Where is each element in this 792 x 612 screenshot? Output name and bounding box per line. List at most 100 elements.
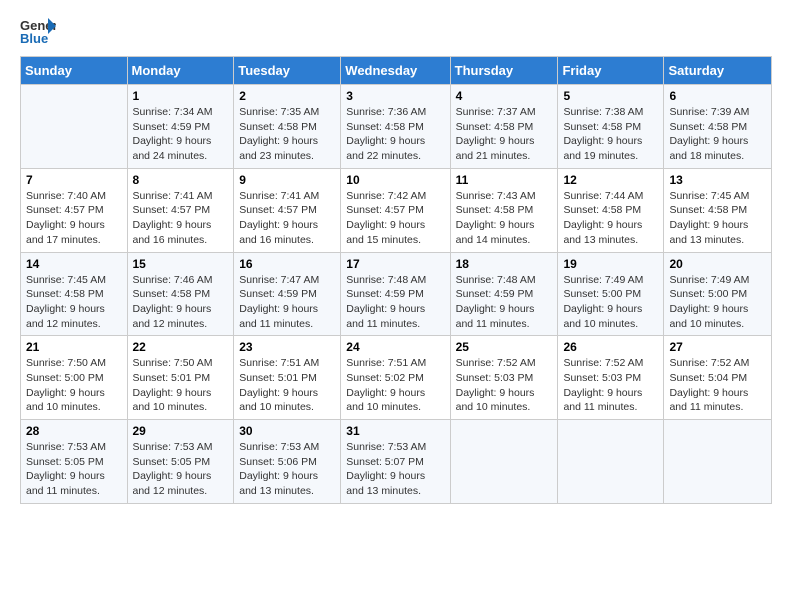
day-info: Sunrise: 7:41 AMSunset: 4:57 PMDaylight:… xyxy=(133,189,229,248)
day-info: Sunrise: 7:53 AMSunset: 5:05 PMDaylight:… xyxy=(133,440,229,499)
day-number: 11 xyxy=(456,173,553,187)
day-info: Sunrise: 7:34 AMSunset: 4:59 PMDaylight:… xyxy=(133,105,229,164)
day-number: 23 xyxy=(239,340,335,354)
day-number: 26 xyxy=(563,340,658,354)
day-info: Sunrise: 7:36 AMSunset: 4:58 PMDaylight:… xyxy=(346,105,444,164)
day-info: Sunrise: 7:53 AMSunset: 5:07 PMDaylight:… xyxy=(346,440,444,499)
day-info: Sunrise: 7:52 AMSunset: 5:04 PMDaylight:… xyxy=(669,356,766,415)
calendar-cell: 9 Sunrise: 7:41 AMSunset: 4:57 PMDaylight… xyxy=(234,168,341,252)
weekday-header-tuesday: Tuesday xyxy=(234,57,341,85)
day-number: 14 xyxy=(26,257,122,271)
day-info: Sunrise: 7:45 AMSunset: 4:58 PMDaylight:… xyxy=(26,273,122,332)
calendar-cell: 5Sunrise: 7:38 AMSunset: 4:58 PMDaylight… xyxy=(558,85,664,169)
day-number: 9 xyxy=(239,173,335,187)
calendar-cell: 4Sunrise: 7:37 AMSunset: 4:58 PMDaylight… xyxy=(450,85,558,169)
calendar-cell xyxy=(664,420,772,504)
day-number: 29 xyxy=(133,424,229,438)
day-number: 30 xyxy=(239,424,335,438)
calendar-cell: 17 Sunrise: 7:48 AMSunset: 4:59 PMDayligh… xyxy=(341,252,450,336)
day-info: Sunrise: 7:50 AMSunset: 5:00 PMDaylight:… xyxy=(26,356,122,415)
calendar-cell: 10 Sunrise: 7:42 AMSunset: 4:57 PMDayligh… xyxy=(341,168,450,252)
day-number: 28 xyxy=(26,424,122,438)
calendar-cell: 18 Sunrise: 7:48 AMSunset: 4:59 PMDayligh… xyxy=(450,252,558,336)
weekday-header-saturday: Saturday xyxy=(664,57,772,85)
day-info: Sunrise: 7:49 AMSunset: 5:00 PMDaylight:… xyxy=(669,273,766,332)
calendar-cell: 30Sunrise: 7:53 AMSunset: 5:06 PMDayligh… xyxy=(234,420,341,504)
calendar-cell: 19 Sunrise: 7:49 AMSunset: 5:00 PMDayligh… xyxy=(558,252,664,336)
day-number: 15 xyxy=(133,257,229,271)
calendar-cell: 31 Sunrise: 7:53 AMSunset: 5:07 PMDayligh… xyxy=(341,420,450,504)
calendar-cell: 6 Sunrise: 7:39 AMSunset: 4:58 PMDaylight… xyxy=(664,85,772,169)
calendar-cell: 25Sunrise: 7:52 AMSunset: 5:03 PMDayligh… xyxy=(450,336,558,420)
day-number: 17 xyxy=(346,257,444,271)
day-info: Sunrise: 7:44 AMSunset: 4:58 PMDaylight:… xyxy=(563,189,658,248)
weekday-header-row: SundayMondayTuesdayWednesdayThursdayFrid… xyxy=(21,57,772,85)
day-info: Sunrise: 7:38 AMSunset: 4:58 PMDaylight:… xyxy=(563,105,658,164)
calendar-cell: 21 Sunrise: 7:50 AMSunset: 5:00 PMDayligh… xyxy=(21,336,128,420)
day-number: 4 xyxy=(456,89,553,103)
svg-text:Blue: Blue xyxy=(20,31,48,46)
day-number: 12 xyxy=(563,173,658,187)
calendar-cell: 8 Sunrise: 7:41 AMSunset: 4:57 PMDaylight… xyxy=(127,168,234,252)
calendar-cell: 15 Sunrise: 7:46 AMSunset: 4:58 PMDayligh… xyxy=(127,252,234,336)
calendar-cell: 1 Sunrise: 7:34 AMSunset: 4:59 PMDaylight… xyxy=(127,85,234,169)
day-number: 22 xyxy=(133,340,229,354)
day-number: 7 xyxy=(26,173,122,187)
day-info: Sunrise: 7:53 AMSunset: 5:05 PMDaylight:… xyxy=(26,440,122,499)
day-info: Sunrise: 7:46 AMSunset: 4:58 PMDaylight:… xyxy=(133,273,229,332)
calendar-cell: 7Sunrise: 7:40 AMSunset: 4:57 PMDaylight… xyxy=(21,168,128,252)
day-info: Sunrise: 7:42 AMSunset: 4:57 PMDaylight:… xyxy=(346,189,444,248)
day-info: Sunrise: 7:41 AMSunset: 4:57 PMDaylight:… xyxy=(239,189,335,248)
day-info: Sunrise: 7:52 AMSunset: 5:03 PMDaylight:… xyxy=(563,356,658,415)
calendar-cell: 28 Sunrise: 7:53 AMSunset: 5:05 PMDayligh… xyxy=(21,420,128,504)
calendar-cell: 14 Sunrise: 7:45 AMSunset: 4:58 PMDayligh… xyxy=(21,252,128,336)
day-number: 10 xyxy=(346,173,444,187)
weekday-header-friday: Friday xyxy=(558,57,664,85)
day-number: 27 xyxy=(669,340,766,354)
day-number: 2 xyxy=(239,89,335,103)
weekday-header-monday: Monday xyxy=(127,57,234,85)
calendar-week-row: 28 Sunrise: 7:53 AMSunset: 5:05 PMDayligh… xyxy=(21,420,772,504)
calendar-cell: 20 Sunrise: 7:49 AMSunset: 5:00 PMDayligh… xyxy=(664,252,772,336)
page-header: General Blue xyxy=(20,16,772,46)
day-number: 16 xyxy=(239,257,335,271)
calendar-cell xyxy=(21,85,128,169)
day-number: 20 xyxy=(669,257,766,271)
day-number: 1 xyxy=(133,89,229,103)
day-info: Sunrise: 7:51 AMSunset: 5:02 PMDaylight:… xyxy=(346,356,444,415)
calendar-cell: 16Sunrise: 7:47 AMSunset: 4:59 PMDayligh… xyxy=(234,252,341,336)
day-number: 18 xyxy=(456,257,553,271)
day-number: 6 xyxy=(669,89,766,103)
calendar-cell: 11Sunrise: 7:43 AMSunset: 4:58 PMDayligh… xyxy=(450,168,558,252)
calendar-cell xyxy=(450,420,558,504)
day-number: 8 xyxy=(133,173,229,187)
day-number: 13 xyxy=(669,173,766,187)
calendar-cell: 29 Sunrise: 7:53 AMSunset: 5:05 PMDayligh… xyxy=(127,420,234,504)
day-info: Sunrise: 7:39 AMSunset: 4:58 PMDaylight:… xyxy=(669,105,766,164)
calendar-cell: 27 Sunrise: 7:52 AMSunset: 5:04 PMDayligh… xyxy=(664,336,772,420)
day-number: 31 xyxy=(346,424,444,438)
day-info: Sunrise: 7:48 AMSunset: 4:59 PMDaylight:… xyxy=(346,273,444,332)
day-number: 24 xyxy=(346,340,444,354)
day-number: 21 xyxy=(26,340,122,354)
weekday-header-thursday: Thursday xyxy=(450,57,558,85)
calendar-table: SundayMondayTuesdayWednesdayThursdayFrid… xyxy=(20,56,772,504)
calendar-week-row: 1 Sunrise: 7:34 AMSunset: 4:59 PMDaylight… xyxy=(21,85,772,169)
logo: General Blue xyxy=(20,16,56,46)
day-number: 19 xyxy=(563,257,658,271)
day-info: Sunrise: 7:52 AMSunset: 5:03 PMDaylight:… xyxy=(456,356,553,415)
day-info: Sunrise: 7:50 AMSunset: 5:01 PMDaylight:… xyxy=(133,356,229,415)
day-info: Sunrise: 7:45 AMSunset: 4:58 PMDaylight:… xyxy=(669,189,766,248)
day-info: Sunrise: 7:48 AMSunset: 4:59 PMDaylight:… xyxy=(456,273,553,332)
weekday-header-wednesday: Wednesday xyxy=(341,57,450,85)
weekday-header-sunday: Sunday xyxy=(21,57,128,85)
calendar-week-row: 14 Sunrise: 7:45 AMSunset: 4:58 PMDayligh… xyxy=(21,252,772,336)
calendar-cell: 23 Sunrise: 7:51 AMSunset: 5:01 PMDayligh… xyxy=(234,336,341,420)
day-info: Sunrise: 7:49 AMSunset: 5:00 PMDaylight:… xyxy=(563,273,658,332)
calendar-week-row: 7Sunrise: 7:40 AMSunset: 4:57 PMDaylight… xyxy=(21,168,772,252)
day-info: Sunrise: 7:51 AMSunset: 5:01 PMDaylight:… xyxy=(239,356,335,415)
calendar-cell xyxy=(558,420,664,504)
calendar-cell: 12 Sunrise: 7:44 AMSunset: 4:58 PMDayligh… xyxy=(558,168,664,252)
logo-icon: General Blue xyxy=(20,16,56,46)
calendar-cell: 24 Sunrise: 7:51 AMSunset: 5:02 PMDayligh… xyxy=(341,336,450,420)
